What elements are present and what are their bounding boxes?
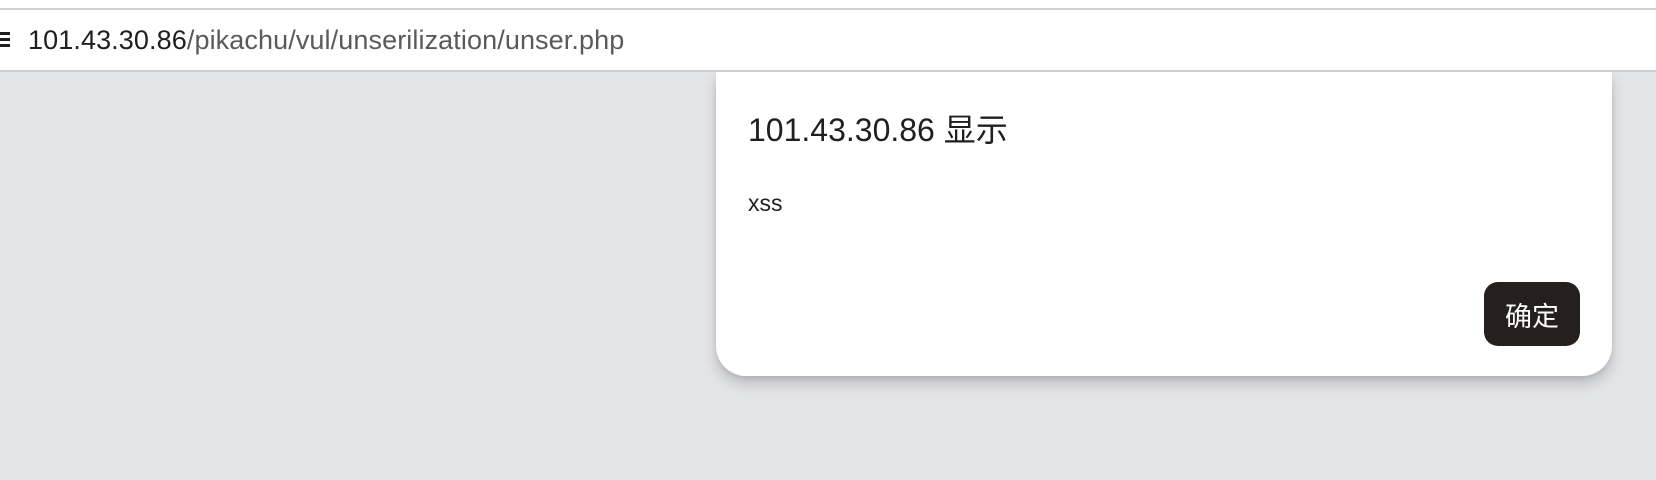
tab-strip-edge xyxy=(0,0,1656,10)
dialog-title: 101.43.30.86 显示 xyxy=(748,112,1008,148)
address-bar[interactable]: 101.43.30.86/pikachu/vul/unserilization/… xyxy=(0,10,1656,72)
site-info-icon[interactable] xyxy=(0,28,12,50)
ok-button[interactable]: 确定 xyxy=(1484,282,1580,346)
alert-dialog: 101.43.30.86 显示 xss 确定 xyxy=(716,72,1612,376)
page-content: 101.43.30.86 显示 xss 确定 xyxy=(0,72,1656,480)
url-path: /pikachu/vul/unserilization/unser.php xyxy=(186,25,625,55)
url-text[interactable]: 101.43.30.86/pikachu/vul/unserilization/… xyxy=(28,23,624,57)
dialog-message: xss xyxy=(748,190,783,216)
url-host: 101.43.30.86 xyxy=(28,25,187,55)
browser-window: 101.43.30.86/pikachu/vul/unserilization/… xyxy=(0,0,1656,480)
